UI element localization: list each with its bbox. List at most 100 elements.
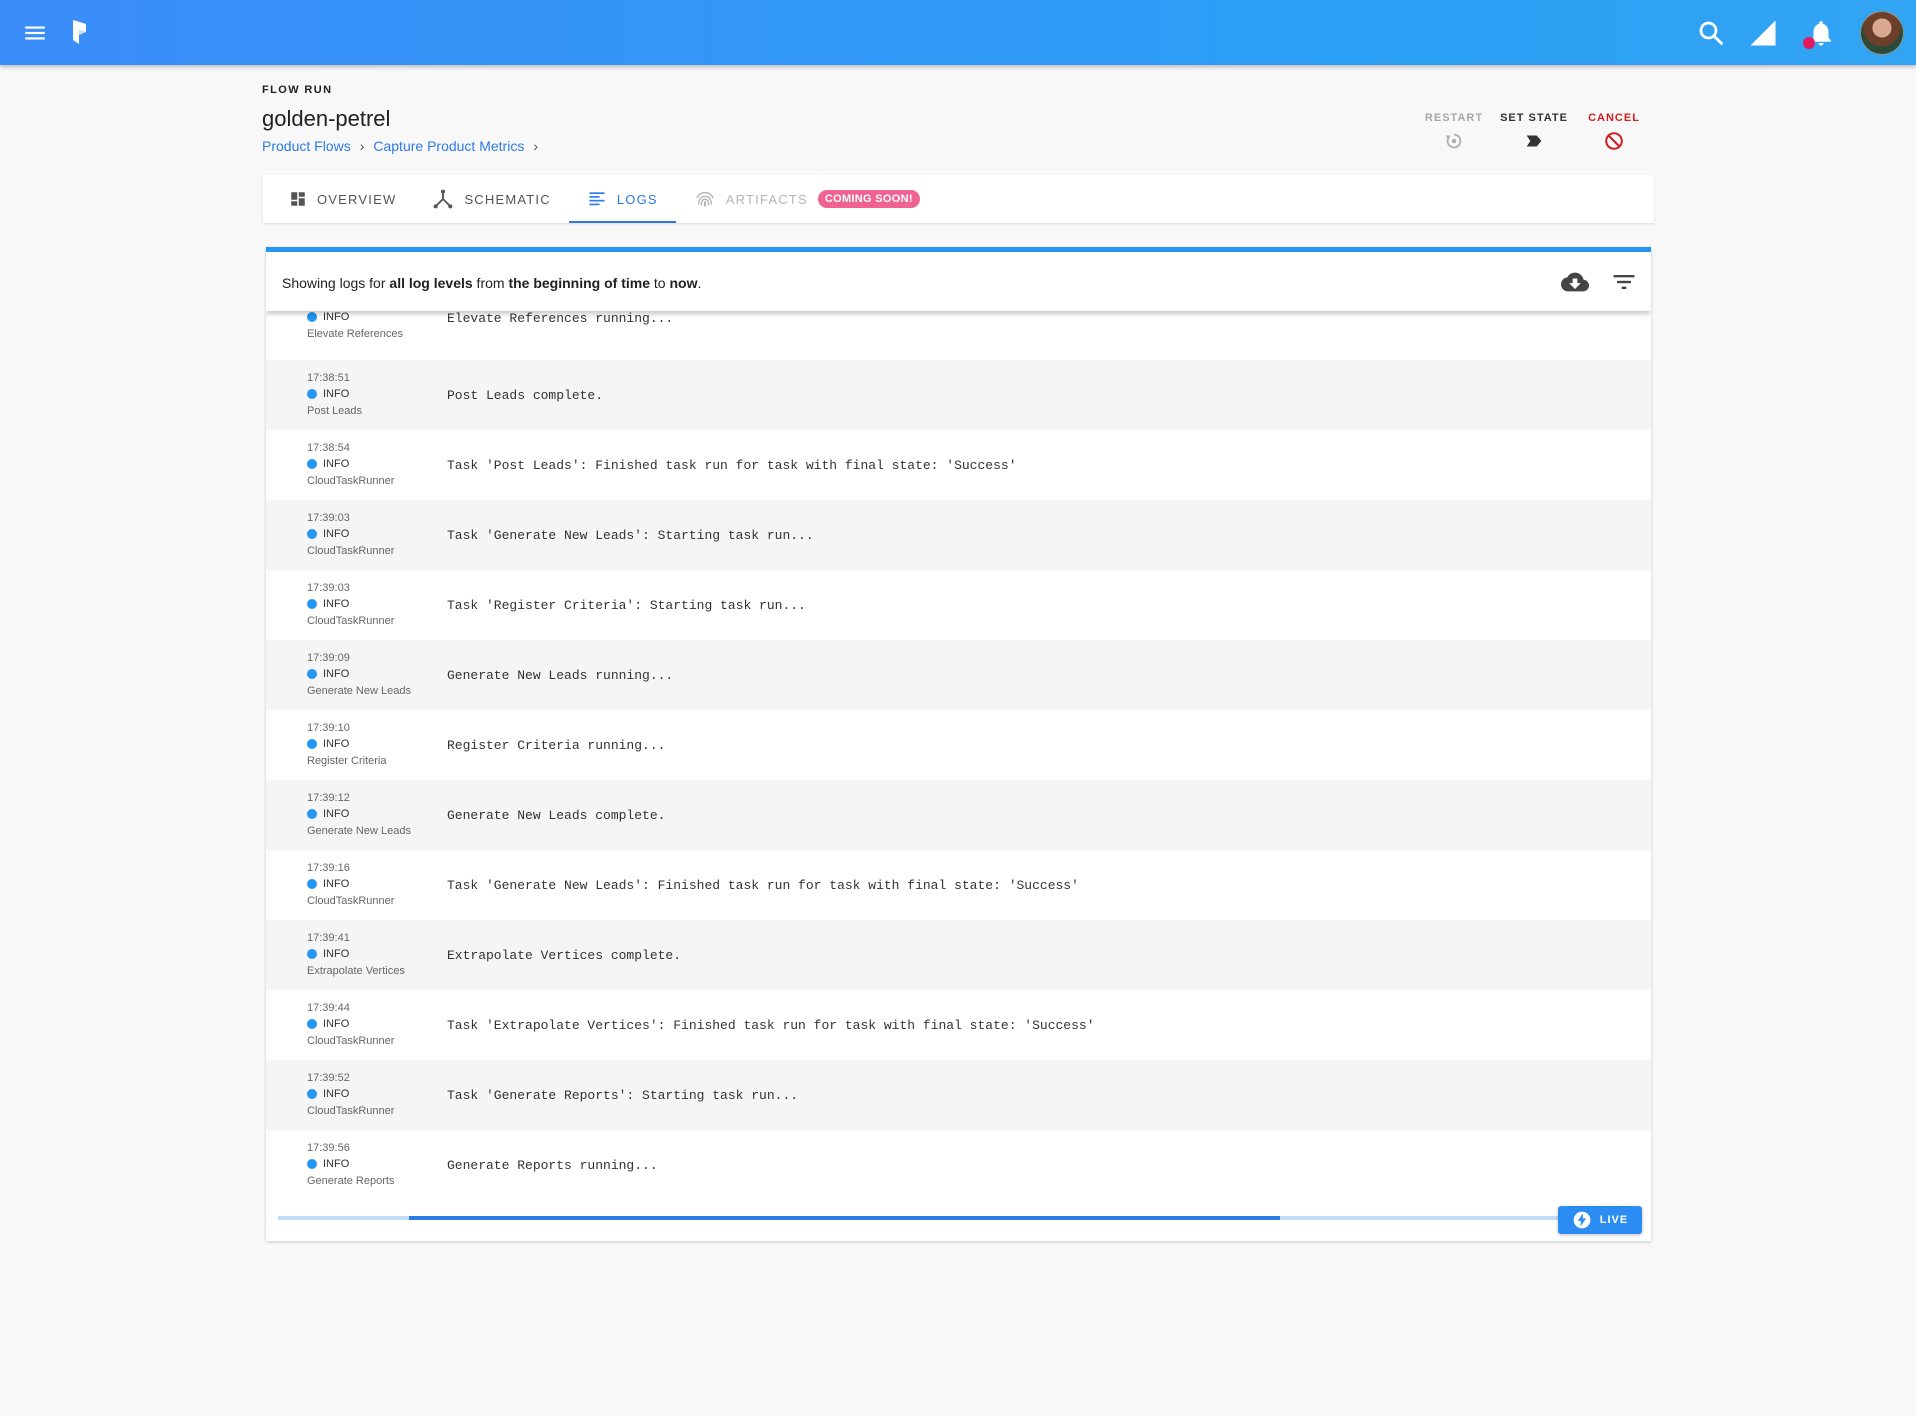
log-timestamp: 17:39:41 — [307, 932, 350, 944]
log-level: INFO — [307, 388, 349, 400]
page-overline: FLOW RUN — [262, 84, 333, 96]
log-row: 17:39:10 INFO Register Criteria Register Cr… — [266, 710, 1651, 780]
set-state-button[interactable]: SET STATE — [1494, 112, 1574, 152]
prefect-logo-icon[interactable] — [70, 18, 90, 46]
page-title: golden-petrel — [262, 106, 391, 131]
block-icon — [1605, 132, 1623, 150]
log-level-dot-icon — [307, 669, 317, 679]
set-state-label: SET STATE — [1500, 112, 1568, 124]
tab-schematic[interactable]: SCHEMATIC — [414, 175, 568, 223]
chevron-right-icon: › — [533, 138, 538, 154]
log-message: Task 'Generate New Leads': Starting task… — [447, 528, 814, 543]
log-summary-suffix: . — [697, 275, 702, 291]
log-timestamp: 17:39:16 — [307, 862, 350, 874]
log-level-dot-icon — [307, 739, 317, 749]
cloud-download-icon[interactable] — [1561, 268, 1589, 296]
cancel-label: CANCEL — [1588, 112, 1640, 124]
log-message: Generate Reports running... — [447, 1158, 658, 1173]
log-message: Task 'Extrapolate Vertices': Finished ta… — [447, 1018, 1095, 1033]
log-summary-prefix: Showing logs for — [282, 275, 390, 291]
log-message: Task 'Generate New Leads': Finished task… — [447, 878, 1079, 893]
log-level-dot-icon — [307, 312, 317, 322]
tab-schematic-label: SCHEMATIC — [464, 191, 551, 207]
search-icon[interactable] — [1696, 18, 1726, 48]
log-level: INFO — [307, 311, 349, 323]
log-summary: Showing logs for all log levels from the… — [282, 275, 701, 291]
log-timestamp: 17:39:52 — [307, 1072, 350, 1084]
log-source: Generate New Leads — [307, 825, 411, 837]
log-level-dot-icon — [307, 949, 317, 959]
log-level: INFO — [307, 808, 349, 820]
log-level: INFO — [307, 738, 349, 750]
restart-button[interactable]: RESTART — [1414, 112, 1494, 152]
tab-overview[interactable]: OVERVIEW — [271, 175, 414, 223]
app-bar — [0, 0, 1916, 65]
log-timestamp: 17:38:51 — [307, 372, 350, 384]
log-source: CloudTaskRunner — [307, 1105, 395, 1117]
log-message: Generate New Leads running... — [447, 668, 674, 683]
log-level: INFO — [307, 1158, 349, 1170]
label-arrow-icon — [1526, 135, 1542, 147]
log-message: Generate New Leads complete. — [447, 808, 666, 823]
log-row: 17:39:56 INFO Generate Reports Generate Rep… — [266, 1130, 1651, 1200]
log-list: INFO Elevate References Elevate References… — [266, 306, 1651, 1200]
scroll-progress-fill — [409, 1216, 1280, 1220]
signal-icon[interactable] — [1748, 18, 1778, 48]
log-level-dot-icon — [307, 459, 317, 469]
flow-run-actions: RESTART SET STATE CANCEL — [1414, 112, 1654, 152]
log-message: Post Leads complete. — [447, 388, 604, 403]
log-level-dot-icon — [307, 1019, 317, 1029]
log-timestamp: 17:39:44 — [307, 1002, 350, 1014]
log-message: Extrapolate Vertices complete. — [447, 948, 682, 963]
log-level: INFO — [307, 528, 349, 540]
log-row: 17:39:03 INFO CloudTaskRunner Task 'Generat… — [266, 500, 1651, 570]
log-timestamp: 17:39:09 — [307, 652, 350, 664]
live-button[interactable]: LIVE — [1558, 1206, 1642, 1234]
log-level-label: INFO — [323, 598, 350, 610]
log-row: 17:39:09 INFO Generate New Leads Generate N… — [266, 640, 1651, 710]
log-row: 17:39:03 INFO CloudTaskRunner Task 'Registe… — [266, 570, 1651, 640]
log-row: INFO Elevate References Elevate References… — [266, 306, 1651, 360]
log-row: 17:39:52 INFO CloudTaskRunner Task 'Generat… — [266, 1060, 1651, 1130]
log-timestamp: 17:39:03 — [307, 512, 350, 524]
breadcrumb-flow-link[interactable]: Capture Product Metrics — [373, 138, 524, 154]
log-source: Post Leads — [307, 405, 363, 417]
avatar[interactable] — [1860, 11, 1904, 55]
log-level-label: INFO — [323, 528, 350, 540]
cancel-button[interactable]: CANCEL — [1574, 112, 1654, 152]
log-level-dot-icon — [307, 1089, 317, 1099]
lightning-icon — [1573, 1211, 1591, 1229]
log-row: 17:39:16 INFO CloudTaskRunner Task 'Generat… — [266, 850, 1651, 920]
log-source: Register Criteria — [307, 755, 387, 767]
log-summary-levels: all log levels — [389, 275, 473, 291]
schematic-icon — [434, 189, 453, 209]
log-level-dot-icon — [307, 879, 317, 889]
page-header: FLOW RUN golden-petrel Product Flows › C… — [262, 82, 1654, 162]
log-row: 17:38:51 INFO Post Leads Post Leads complet… — [266, 360, 1651, 430]
log-timestamp: 17:38:54 — [307, 442, 350, 454]
log-level: INFO — [307, 668, 349, 680]
log-level-label: INFO — [323, 458, 350, 470]
log-row: 17:38:54 INFO CloudTaskRunner Task 'Post Le… — [266, 430, 1651, 500]
log-level-dot-icon — [307, 529, 317, 539]
log-source: Generate Reports — [307, 1175, 395, 1187]
log-level-label: INFO — [323, 1158, 350, 1170]
tab-logs[interactable]: LOGS — [568, 175, 676, 223]
log-level: INFO — [307, 598, 349, 610]
log-card: Showing logs for all log levels from the… — [266, 247, 1651, 1241]
filter-icon[interactable] — [1610, 268, 1638, 296]
log-row: 17:39:41 INFO Extrapolate Vertices Extrapol… — [266, 920, 1651, 990]
log-summary-end: now — [669, 275, 698, 291]
fingerprint-icon — [695, 191, 714, 207]
menu-icon[interactable] — [22, 20, 48, 46]
live-label: LIVE — [1599, 1214, 1629, 1226]
log-level-label: INFO — [323, 878, 350, 890]
log-message: Register Criteria running... — [447, 738, 666, 753]
tab-logs-label: LOGS — [616, 191, 658, 207]
tab-bar: OVERVIEW SCHEMATIC LOGS ARTIFACTS COMING… — [263, 175, 1654, 223]
log-source: CloudTaskRunner — [307, 1035, 395, 1047]
breadcrumb-project-link[interactable]: Product Flows — [262, 138, 351, 154]
log-level-dot-icon — [307, 389, 317, 399]
tab-artifacts-label: ARTIFACTS — [725, 191, 808, 207]
breadcrumb: Product Flows › Capture Product Metrics … — [262, 138, 547, 154]
